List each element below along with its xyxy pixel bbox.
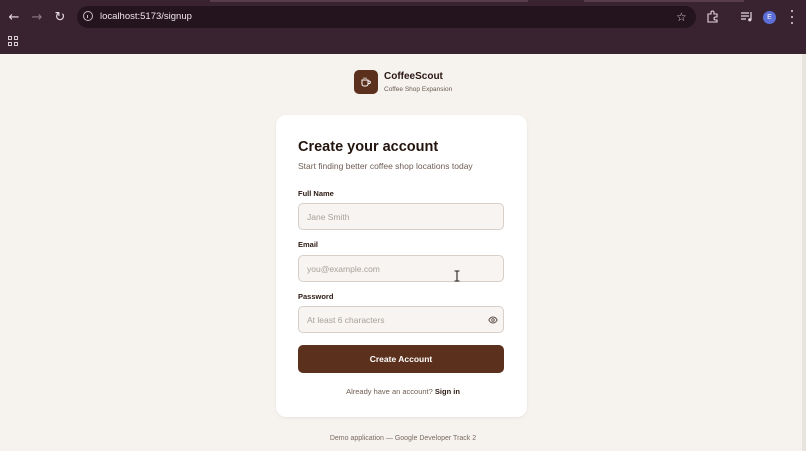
- page-title: Create your account: [298, 139, 439, 155]
- email-input[interactable]: [298, 255, 504, 282]
- coffee-cup-icon: [354, 70, 378, 94]
- site-info-icon[interactable]: [83, 11, 93, 21]
- signin-link[interactable]: Sign in: [435, 387, 460, 396]
- bookmark-star-icon[interactable]: ☆: [676, 10, 687, 24]
- tab-edge: [584, 0, 744, 2]
- reload-icon[interactable]: ↻: [52, 9, 68, 25]
- password-input[interactable]: [298, 306, 504, 333]
- eye-icon[interactable]: [488, 315, 498, 325]
- signin-prompt: Already have an account? Sign in: [0, 387, 806, 396]
- back-arrow-icon[interactable]: ←: [6, 9, 22, 25]
- email-label: Email: [298, 240, 319, 249]
- full-name-label: Full Name: [298, 189, 334, 198]
- url-text[interactable]: localhost:5173/signup: [100, 11, 192, 22]
- bookmarks-bar: [0, 34, 806, 54]
- apps-grid-icon[interactable]: [8, 36, 18, 46]
- text-cursor-icon: [454, 270, 460, 282]
- create-account-button[interactable]: Create Account: [298, 345, 504, 373]
- kebab-menu-icon[interactable]: [789, 10, 795, 24]
- brand-tagline: Coffee Shop Expansion: [384, 86, 453, 93]
- full-name-input[interactable]: [298, 203, 504, 230]
- brand-name: CoffeeScout: [384, 71, 443, 82]
- extensions-icon[interactable]: [706, 10, 719, 23]
- page-subtitle: Start finding better coffee shop locatio…: [298, 161, 473, 171]
- profile-avatar[interactable]: E: [763, 11, 776, 24]
- forward-arrow-icon[interactable]: →: [29, 9, 45, 25]
- password-label: Password: [298, 292, 334, 301]
- footer-text: Demo application — Google Developer Trac…: [329, 435, 477, 442]
- tab-edge: [210, 0, 528, 2]
- media-controls-icon[interactable]: [740, 10, 754, 23]
- signin-prompt-text: Already have an account?: [346, 387, 433, 396]
